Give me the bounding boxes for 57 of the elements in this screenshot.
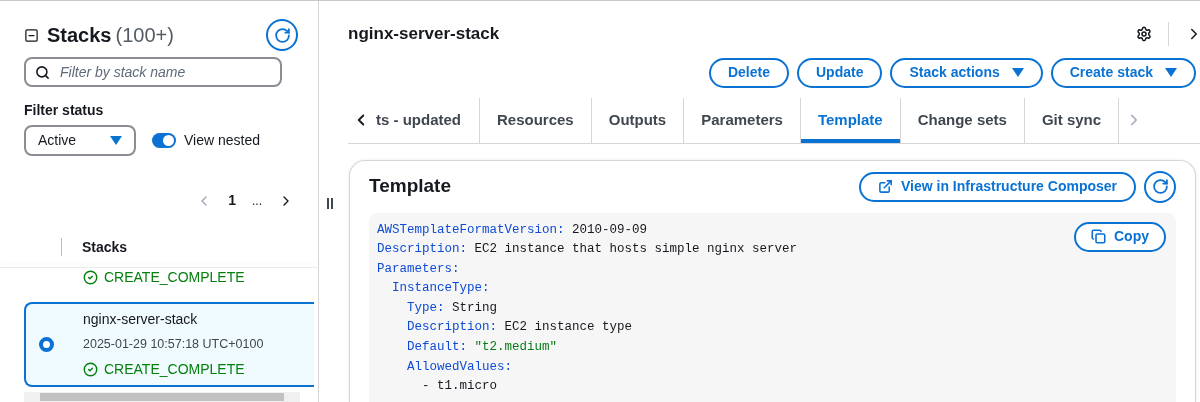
check-circle-icon <box>83 361 98 377</box>
radio-button[interactable] <box>39 336 54 352</box>
stack-count: (100+) <box>115 23 174 48</box>
search-field[interactable]: Filter by stack name <box>24 57 282 87</box>
caret-icon <box>1011 68 1024 77</box>
status-text: CREATE_COMPLETE <box>104 268 245 287</box>
tab[interactable]: Outputs <box>591 97 684 143</box>
code-line: Description: EC2 instance that hosts simple nginx server <box>377 241 798 259</box>
composer-button[interactable]: View in Infrastructure Composer <box>859 171 1136 202</box>
action-button[interactable]: Create stack <box>1050 57 1196 88</box>
code-line: AWSTemplateFormatVersion: 2010-09-09 <box>377 221 649 239</box>
stack-date: 2025-01-29 10:57:18 UTC+0100 <box>83 336 264 353</box>
toggle-label: View nested <box>184 131 260 150</box>
toggle-switch[interactable] <box>152 133 176 148</box>
refresh-button[interactable] <box>266 19 298 51</box>
horizontal-scrollbar[interactable] <box>24 392 300 402</box>
caret-icon <box>1165 68 1177 77</box>
caret-icon <box>110 136 122 145</box>
copy-icon <box>1091 229 1106 244</box>
code-line: Parameters: <box>377 260 461 278</box>
stack-name[interactable]: nginx-server-stack <box>83 309 264 330</box>
tab[interactable]: ts - updated <box>374 97 479 143</box>
status-text: CREATE_COMPLETE <box>104 359 245 379</box>
refresh-template-button[interactable] <box>1144 170 1176 203</box>
action-button[interactable]: Update <box>797 57 883 88</box>
resize-handle[interactable] <box>327 198 333 209</box>
card-title: Template <box>369 174 451 199</box>
column-header: Stacks <box>82 237 128 257</box>
stack-title: nginx-server-stack <box>348 23 500 45</box>
code-line: InstanceType: <box>391 280 491 298</box>
action-button[interactable]: Delete <box>708 57 789 88</box>
action-button[interactable]: Stack actions <box>890 57 1043 88</box>
code-line: Description: EC2 instance type <box>406 319 634 337</box>
refresh-icon <box>273 26 291 44</box>
code-line: AllowedValues: <box>406 358 514 376</box>
tab[interactable]: Git sync <box>1024 97 1119 143</box>
refresh-icon <box>1151 178 1169 195</box>
page-ellipsis: ... <box>252 192 262 210</box>
stack-row[interactable]: CREATE_COMPLETE <box>24 265 314 293</box>
filter-label: Filter status <box>24 101 105 120</box>
code-line: Type: String <box>406 299 499 317</box>
tab[interactable]: Resources <box>480 97 591 143</box>
collapse-icon[interactable] <box>24 27 39 43</box>
panel-title: Stacks <box>47 23 112 48</box>
page-number[interactable]: 1 <box>228 190 236 211</box>
tab[interactable]: Template <box>800 97 900 143</box>
search-icon <box>35 64 50 80</box>
tab[interactable]: Parameters <box>684 97 800 143</box>
settings-icon[interactable] <box>1136 25 1152 42</box>
copy-button[interactable]: Copy <box>1074 221 1166 252</box>
code-line: Default: "t2.medium" <box>406 339 559 357</box>
tab[interactable]: Change sets <box>900 97 1024 143</box>
code-line: - t1.micro <box>421 378 498 396</box>
status-select[interactable]: Active <box>24 125 136 156</box>
stack-row[interactable]: nginx-server-stack 2025-01-29 10:57:18 UTC+0100 CREATE_COMPLETE <box>24 302 314 387</box>
external-link-icon <box>878 179 893 194</box>
check-circle-icon <box>83 270 98 285</box>
